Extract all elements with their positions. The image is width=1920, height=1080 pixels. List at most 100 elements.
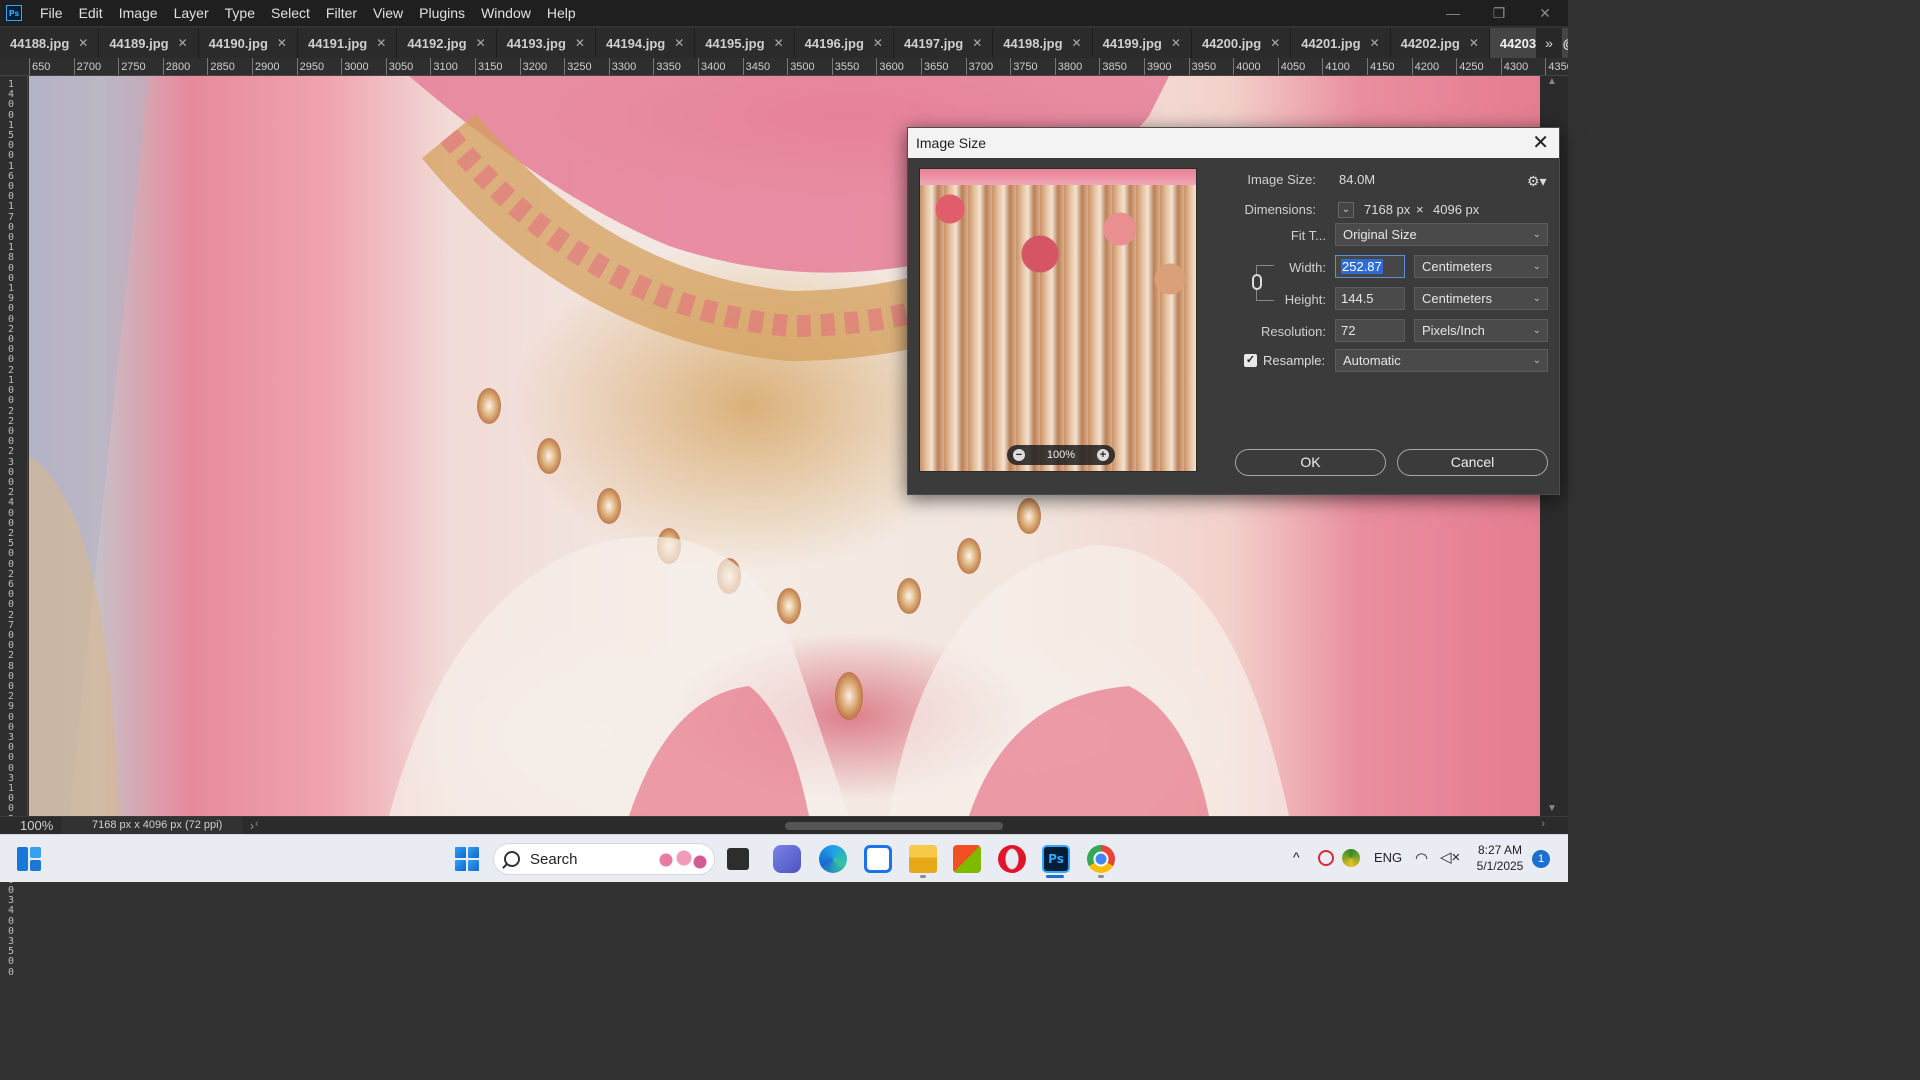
widgets-icon[interactable] <box>17 847 41 871</box>
tab-close-icon[interactable]: ✕ <box>972 36 982 50</box>
menu-window[interactable]: Window <box>473 0 539 26</box>
resolution-input[interactable]: 72 <box>1335 319 1405 342</box>
tab-document[interactable]: 44194.jpg ✕ <box>595 28 696 58</box>
dialog-close-icon[interactable]: ✕ <box>1532 128 1549 158</box>
horizontal-scrollbar[interactable]: ‹ › <box>255 818 1545 832</box>
scrollbar-thumb[interactable] <box>785 822 1003 830</box>
tab-close-icon[interactable]: ✕ <box>575 36 585 50</box>
menu-plugins[interactable]: Plugins <box>411 0 473 26</box>
teams-meet-icon[interactable] <box>773 845 801 873</box>
tab-document[interactable]: 44191.jpg ✕ <box>297 28 398 58</box>
snipping-tool-icon[interactable] <box>864 845 892 873</box>
tab-close-icon[interactable]: ✕ <box>1171 36 1181 50</box>
menu-edit[interactable]: Edit <box>71 0 111 26</box>
resolution-unit-select[interactable]: Pixels/Inch ⌄ <box>1414 319 1548 342</box>
taskbar-search[interactable]: Search <box>493 843 715 875</box>
chrome-icon[interactable] <box>1087 845 1115 873</box>
height-unit-select[interactable]: Centimeters ⌄ <box>1414 287 1548 310</box>
tab-close-icon[interactable]: ✕ <box>1370 36 1380 50</box>
menu-filter[interactable]: Filter <box>318 0 365 26</box>
tab-close-icon[interactable]: ✕ <box>277 36 287 50</box>
tab-document[interactable]: 44190.jpg ✕ <box>198 28 298 58</box>
tab-close-icon[interactable]: ✕ <box>1270 36 1280 50</box>
ruler-tick <box>162 58 164 75</box>
tab-overflow-icon[interactable]: » <box>1536 28 1562 58</box>
tab-close-icon[interactable]: ✕ <box>774 36 784 50</box>
horizontal-ruler: 650 2700 2750 2800 2850 2900 2950 3000 3050 3100 3… <box>0 58 1568 76</box>
tab-document[interactable]: 44196.jpg ✕ <box>794 28 894 58</box>
restore-button[interactable]: ❐ <box>1476 0 1522 26</box>
language-indicator[interactable]: ENG <box>1374 850 1402 865</box>
menu-help[interactable]: Help <box>539 0 584 26</box>
tray-overflow-icon[interactable]: ^ <box>1293 849 1300 865</box>
ruler-label: 2700 <box>76 61 102 73</box>
resample-select[interactable]: Automatic ⌄ <box>1335 349 1548 372</box>
menu-file[interactable]: File <box>32 0 71 26</box>
vpn-icon[interactable] <box>1318 850 1334 866</box>
zoom-out-icon[interactable]: − <box>1013 449 1025 461</box>
tab-document[interactable]: 44199.jpg ✕ <box>1092 28 1192 58</box>
wifi-icon[interactable]: ◠ <box>1415 849 1428 867</box>
minimize-button[interactable]: — <box>1430 0 1476 26</box>
width-input[interactable]: 252.87 <box>1335 255 1405 278</box>
tab-document[interactable]: 44202.jpg ✕ <box>1390 28 1490 58</box>
clock[interactable]: 8:27 AM 5/1/2025 <box>1472 842 1528 874</box>
tab-close-icon[interactable]: ✕ <box>1072 36 1082 50</box>
ruler-tick <box>29 58 30 75</box>
tab-close-icon[interactable]: ✕ <box>873 36 883 50</box>
width-unit: Centimeters <box>1422 259 1493 274</box>
fit-to-label: Fit T... <box>1290 228 1326 243</box>
menu-type[interactable]: Type <box>217 0 263 26</box>
scroll-left-icon[interactable]: ‹ <box>255 818 259 830</box>
tab-document[interactable]: 44189.jpg ✕ <box>99 28 199 58</box>
chevron-down-icon: ⌄ <box>1532 293 1541 304</box>
tab-close-icon[interactable]: ✕ <box>476 36 486 50</box>
network-globe-icon[interactable] <box>1342 849 1360 867</box>
tab-document[interactable]: 44198.jpg ✕ <box>993 28 1093 58</box>
scroll-down-icon[interactable]: ▼ <box>1547 803 1557 814</box>
tab-close-icon[interactable]: ✕ <box>376 36 386 50</box>
resample-checkbox[interactable]: ✓ <box>1244 354 1257 367</box>
menu-view[interactable]: View <box>365 0 411 26</box>
scroll-right-icon[interactable]: › <box>1541 818 1545 830</box>
zoom-level[interactable]: 100% <box>0 818 62 833</box>
gear-icon[interactable]: ⚙▾ <box>1527 173 1547 190</box>
dimensions-chevron-icon[interactable]: ⌄ <box>1338 202 1354 218</box>
task-view-icon[interactable] <box>727 848 749 870</box>
start-button-icon[interactable] <box>455 847 479 871</box>
tab-document[interactable]: 44197.jpg ✕ <box>893 28 994 58</box>
photoshop-icon[interactable]: Ps <box>1042 845 1070 873</box>
width-unit-select[interactable]: Centimeters ⌄ <box>1414 255 1548 278</box>
edge-icon[interactable] <box>819 845 847 873</box>
document-info[interactable]: 7168 px x 4096 px (72 ppi) <box>62 817 242 834</box>
close-window-button[interactable]: ✕ <box>1522 0 1568 26</box>
scroll-up-icon[interactable]: ▲ <box>1547 76 1557 87</box>
ok-button[interactable]: OK <box>1235 449 1386 476</box>
height-input[interactable]: 144.5 <box>1335 287 1405 310</box>
fit-to-select[interactable]: Original Size ⌄ <box>1335 223 1548 246</box>
tab-document[interactable]: 44201.jpg ✕ <box>1291 28 1391 58</box>
menu-layer[interactable]: Layer <box>166 0 217 26</box>
tab-document[interactable]: 44188.jpg ✕ <box>0 28 100 58</box>
tab-document[interactable]: 44200.jpg ✕ <box>1191 28 1292 58</box>
ruler-label: 4200 <box>1414 61 1440 73</box>
tab-document[interactable]: 44193.jpg ✕ <box>496 28 596 58</box>
file-explorer-icon[interactable] <box>909 845 937 873</box>
chain-link-icon[interactable] <box>1252 274 1262 290</box>
menu-image[interactable]: Image <box>111 0 166 26</box>
tab-close-icon[interactable]: ✕ <box>674 36 684 50</box>
volume-muted-icon[interactable]: ◁× <box>1440 848 1460 866</box>
ruler-tick <box>831 58 833 75</box>
zoom-in-icon[interactable]: + <box>1096 449 1109 461</box>
tab-close-icon[interactable]: ✕ <box>178 36 188 50</box>
image-preview[interactable]: − 100% + <box>919 168 1197 472</box>
microsoft-store-icon[interactable] <box>953 845 981 873</box>
notification-badge[interactable]: 1 <box>1532 850 1550 868</box>
opera-icon[interactable] <box>998 845 1026 873</box>
menu-select[interactable]: Select <box>263 0 318 26</box>
tab-document[interactable]: 44195.jpg ✕ <box>695 28 795 58</box>
tab-document[interactable]: 44192.jpg ✕ <box>397 28 497 58</box>
tab-close-icon[interactable]: ✕ <box>1469 36 1479 50</box>
cancel-button[interactable]: Cancel <box>1397 449 1548 476</box>
tab-close-icon[interactable]: ✕ <box>78 36 88 50</box>
